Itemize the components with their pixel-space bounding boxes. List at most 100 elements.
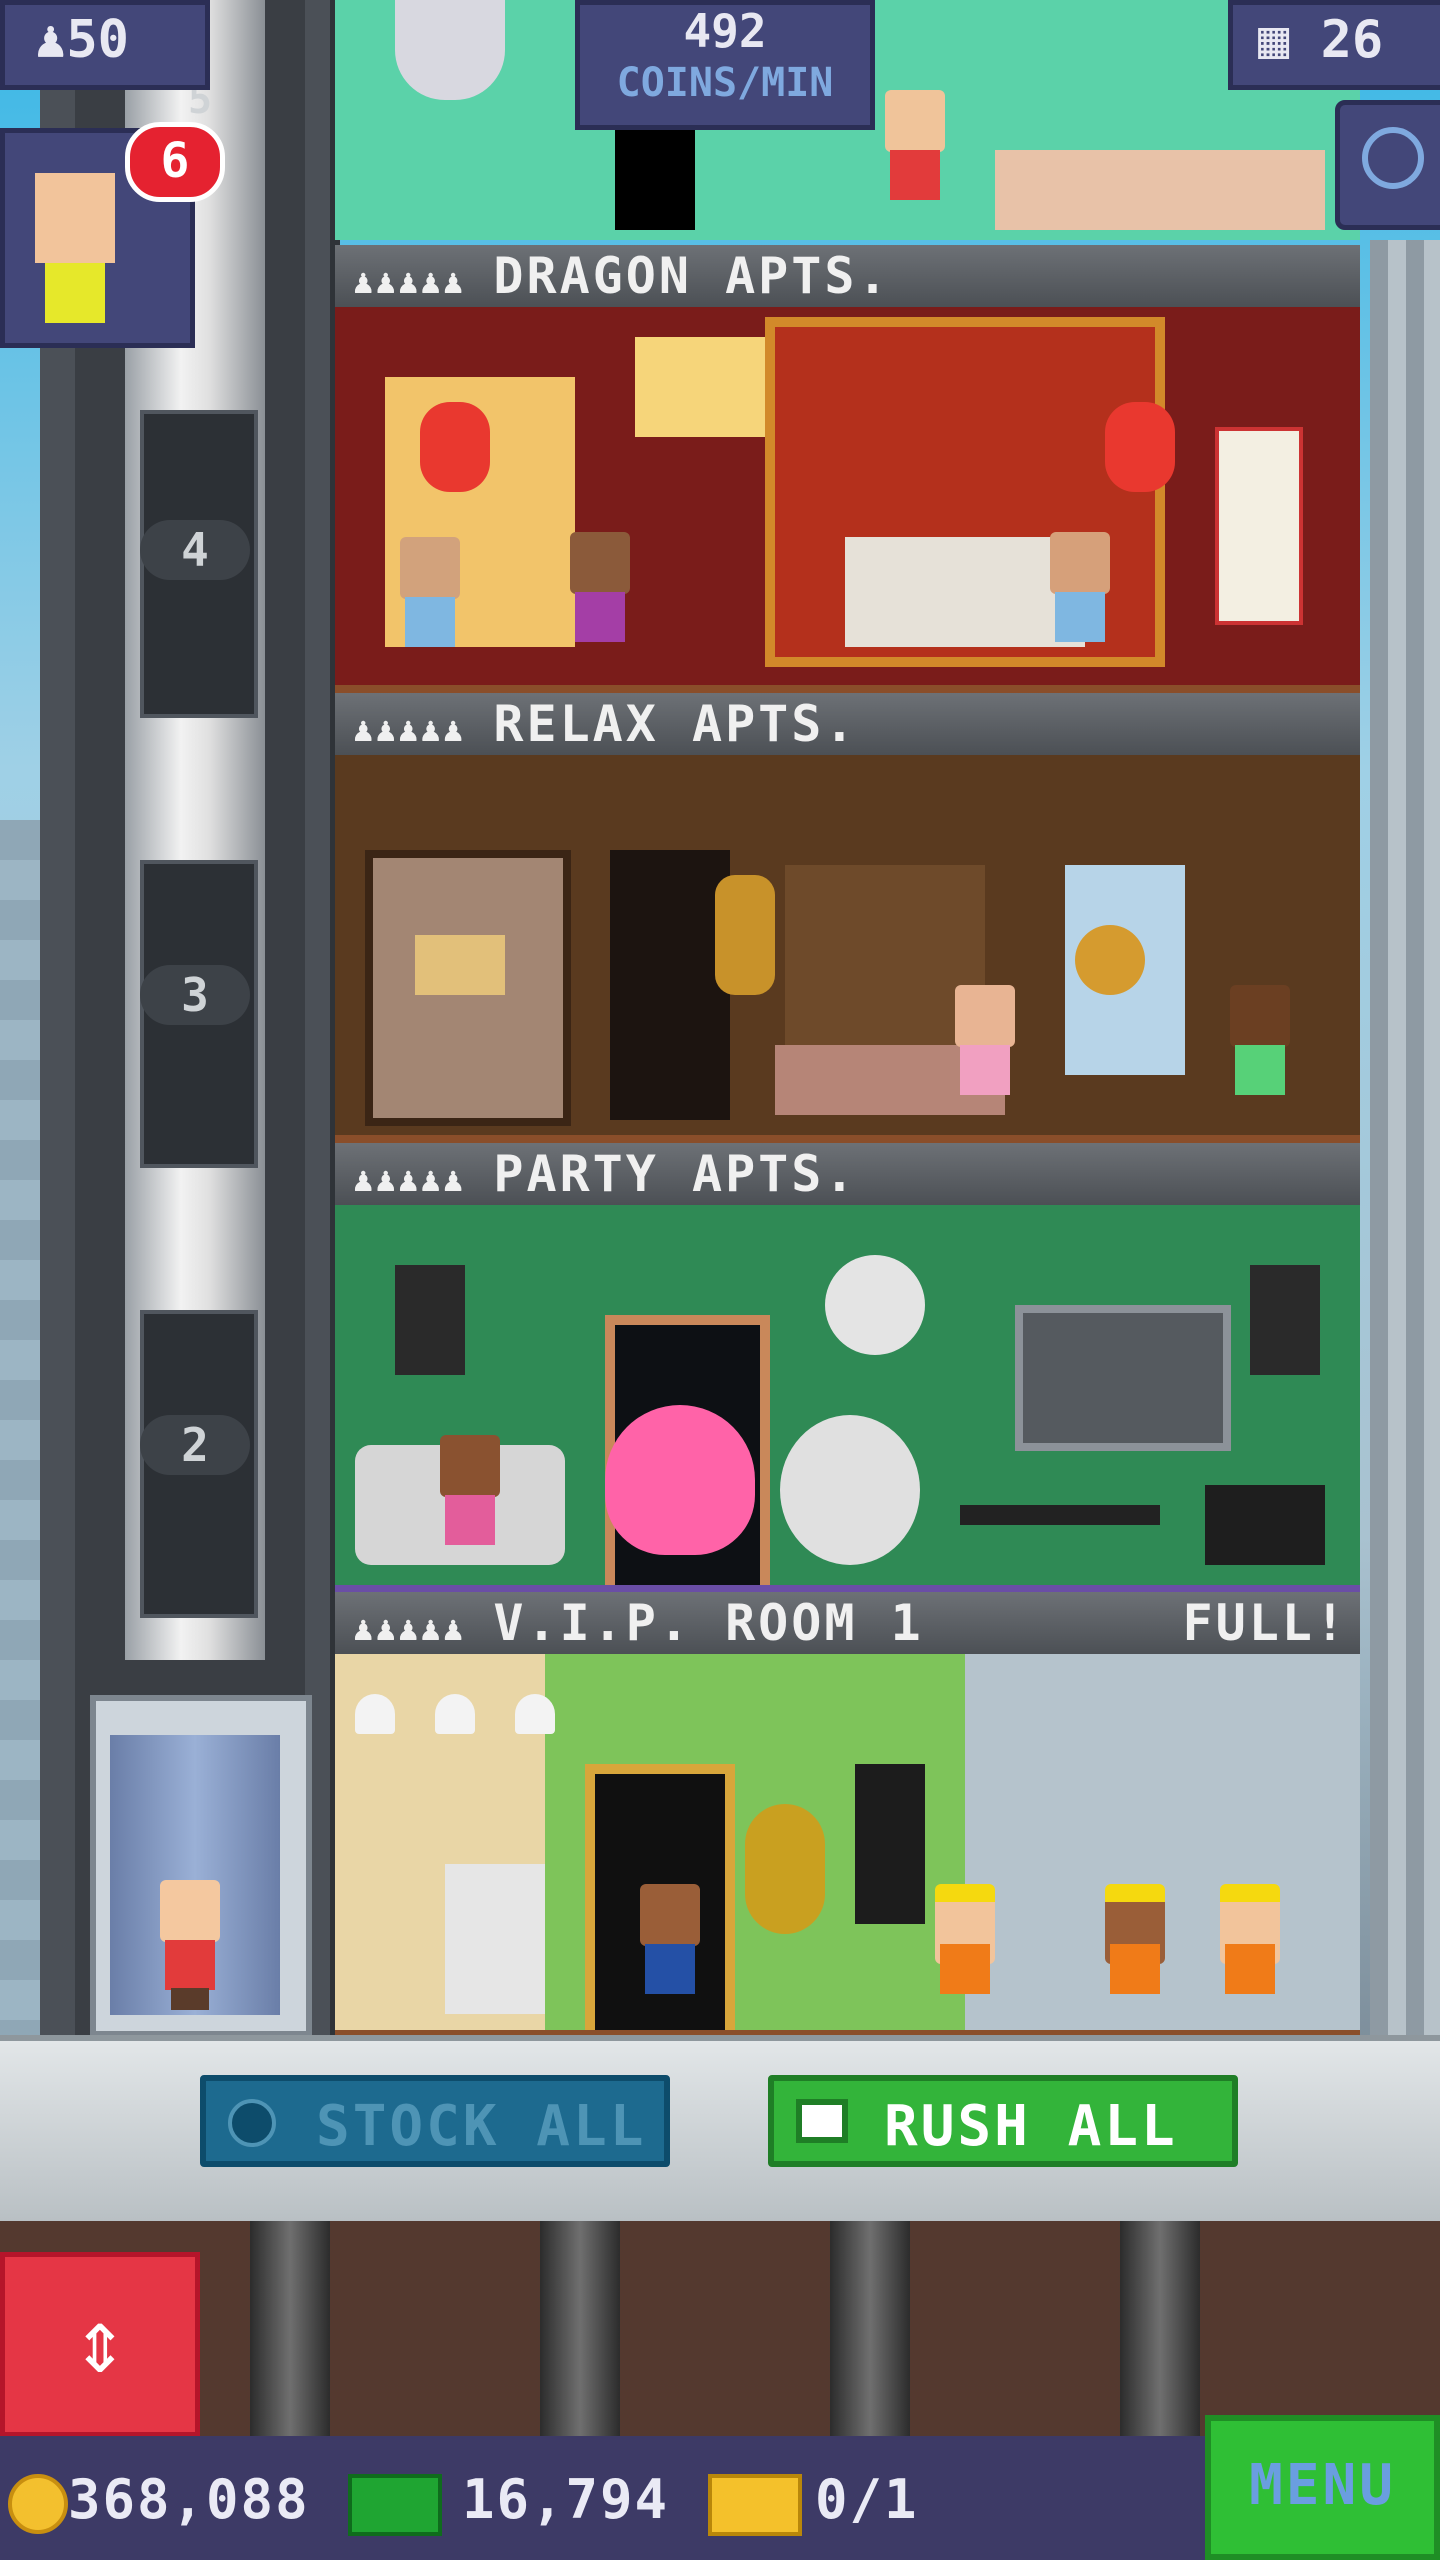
floor-label-vip[interactable]: ♟♟♟♟♟ V.I.P. ROOM 1 FULL!: [335, 1592, 1360, 1654]
occupancy-icons: ♟♟♟♟♟: [353, 1609, 466, 1649]
visitor-face: [35, 173, 115, 263]
elevator-passenger[interactable]: [155, 1880, 225, 2010]
resident-character[interactable]: [635, 1884, 705, 2014]
ceiling-spotlight: [355, 1694, 395, 1734]
coins-per-min-display[interactable]: 492 COINS/MIN: [575, 0, 875, 130]
character-body: [645, 1944, 695, 1994]
television: [1015, 1305, 1231, 1451]
heart-costume-character[interactable]: [605, 1405, 755, 1555]
mirror-decor: [395, 0, 505, 100]
floor-name: DRAGON APTS.: [493, 247, 891, 305]
character-body: [445, 1495, 495, 1545]
floor-label-dragon[interactable]: ♟♟♟♟♟ DRAGON APTS.: [335, 245, 1360, 307]
character-head: [885, 90, 945, 152]
red-lantern-left: [420, 402, 490, 492]
character-head: [1050, 532, 1110, 594]
tickets-amount[interactable]: 0/1: [815, 2455, 919, 2545]
floor-label-party[interactable]: ♟♟♟♟♟ PARTY APTS.: [335, 1143, 1360, 1205]
floor-name: V.I.P. ROOM 1: [493, 1594, 924, 1652]
bux-icon: [796, 2099, 848, 2143]
elevator-floor-number[interactable]: 4: [140, 520, 250, 580]
tower-bux-icon: [348, 2474, 442, 2536]
disco-ball: [825, 1255, 925, 1355]
underground-lobby: [0, 2221, 1440, 2436]
character-head: [570, 532, 630, 594]
rush-all-label: RUSH ALL: [884, 2094, 1178, 2159]
floors-value: 26: [1320, 10, 1384, 70]
character-head: [400, 537, 460, 599]
vip-room[interactable]: [335, 1654, 1360, 2040]
character-body: [960, 1045, 1010, 1095]
stock-all-button[interactable]: STOCK ALL: [200, 2075, 670, 2167]
ceiling-spotlight: [435, 1694, 475, 1734]
occupancy-icons: ♟♟♟♟♟: [353, 710, 466, 750]
worker-character[interactable]: [1215, 1884, 1285, 2014]
doorway: [615, 120, 695, 230]
up-down-arrows-icon: ⇕: [72, 2289, 128, 2394]
robot-character[interactable]: [445, 1864, 545, 2014]
calligraphy-scroll: [1215, 427, 1303, 625]
character-body: [1110, 1944, 1160, 1994]
stock-all-label: STOCK ALL: [316, 2094, 647, 2159]
resident-character[interactable]: [880, 90, 950, 220]
search-button[interactable]: [1335, 100, 1440, 230]
floor-navigation-button[interactable]: ⇕: [0, 2252, 200, 2437]
kitchen-counter: [995, 150, 1325, 230]
character-head: [440, 1435, 500, 1497]
occupancy-icons: ♟♟♟♟♟: [353, 262, 466, 302]
population-counter[interactable]: ♟50: [0, 0, 210, 90]
bux-amount[interactable]: 16,794: [462, 2455, 669, 2545]
resident-character[interactable]: [395, 537, 465, 667]
relax-apts-room[interactable]: [335, 755, 1360, 1145]
support-pillar: [540, 2221, 620, 2436]
person-icon: ♟: [35, 10, 67, 70]
floors-counter[interactable]: ▦ 26: [1228, 0, 1440, 90]
elevator-floor-number[interactable]: 3: [140, 965, 250, 1025]
resident-character[interactable]: [565, 532, 635, 662]
support-pillar: [250, 2221, 330, 2436]
party-apts-room[interactable]: [335, 1205, 1360, 1595]
hanging-lantern: [1075, 925, 1145, 995]
population-value: 50: [66, 10, 129, 70]
worker-character[interactable]: [930, 1884, 1000, 2014]
clock-icon: [228, 2099, 276, 2147]
ceiling-lamp: [635, 337, 765, 437]
character-body: [575, 592, 625, 642]
dragon-apts-room[interactable]: [335, 307, 1360, 695]
resident-character[interactable]: [435, 1435, 505, 1565]
floor-status-full: FULL!: [1182, 1594, 1348, 1652]
elevator-floor-number[interactable]: 2: [140, 1415, 250, 1475]
dark-doorway: [610, 850, 730, 1120]
support-pillar: [1120, 2221, 1200, 2436]
character-head: [1230, 985, 1290, 1047]
character-head: [640, 1884, 700, 1946]
character-body: [890, 150, 940, 200]
character-body: [165, 1940, 215, 1990]
hanging-lantern: [715, 875, 775, 995]
occupancy-icons: ♟♟♟♟♟: [353, 1160, 466, 1200]
resident-character[interactable]: [1225, 985, 1295, 1115]
menu-button[interactable]: MENU: [1205, 2415, 1440, 2560]
character-body: [1225, 1944, 1275, 1994]
speaker-left: [395, 1265, 465, 1375]
worker-character[interactable]: [1100, 1884, 1170, 2014]
dj-equipment: [1205, 1485, 1325, 1565]
city-buildings-right: [1370, 240, 1440, 2040]
character-body: [405, 597, 455, 647]
coins-per-min-value: 492: [683, 4, 767, 58]
rush-all-button[interactable]: RUSH ALL: [768, 2075, 1238, 2167]
character-head: [160, 1880, 220, 1942]
notification-badge[interactable]: 6: [125, 122, 225, 202]
resident-character[interactable]: [950, 985, 1020, 1115]
coin-icon: [8, 2474, 68, 2534]
speaker-right: [1250, 1265, 1320, 1375]
floor-label-relax[interactable]: ♟♟♟♟♟ RELAX APTS.: [335, 693, 1360, 755]
support-pillar: [830, 2221, 910, 2436]
visitor-body: [45, 263, 105, 323]
resident-character[interactable]: [1045, 532, 1115, 662]
character-body: [1235, 1045, 1285, 1095]
snack-table: [960, 1505, 1160, 1525]
floor-name: PARTY APTS.: [493, 1145, 858, 1203]
coins-amount[interactable]: 368,088: [68, 2455, 310, 2545]
table-lamp: [415, 935, 505, 995]
